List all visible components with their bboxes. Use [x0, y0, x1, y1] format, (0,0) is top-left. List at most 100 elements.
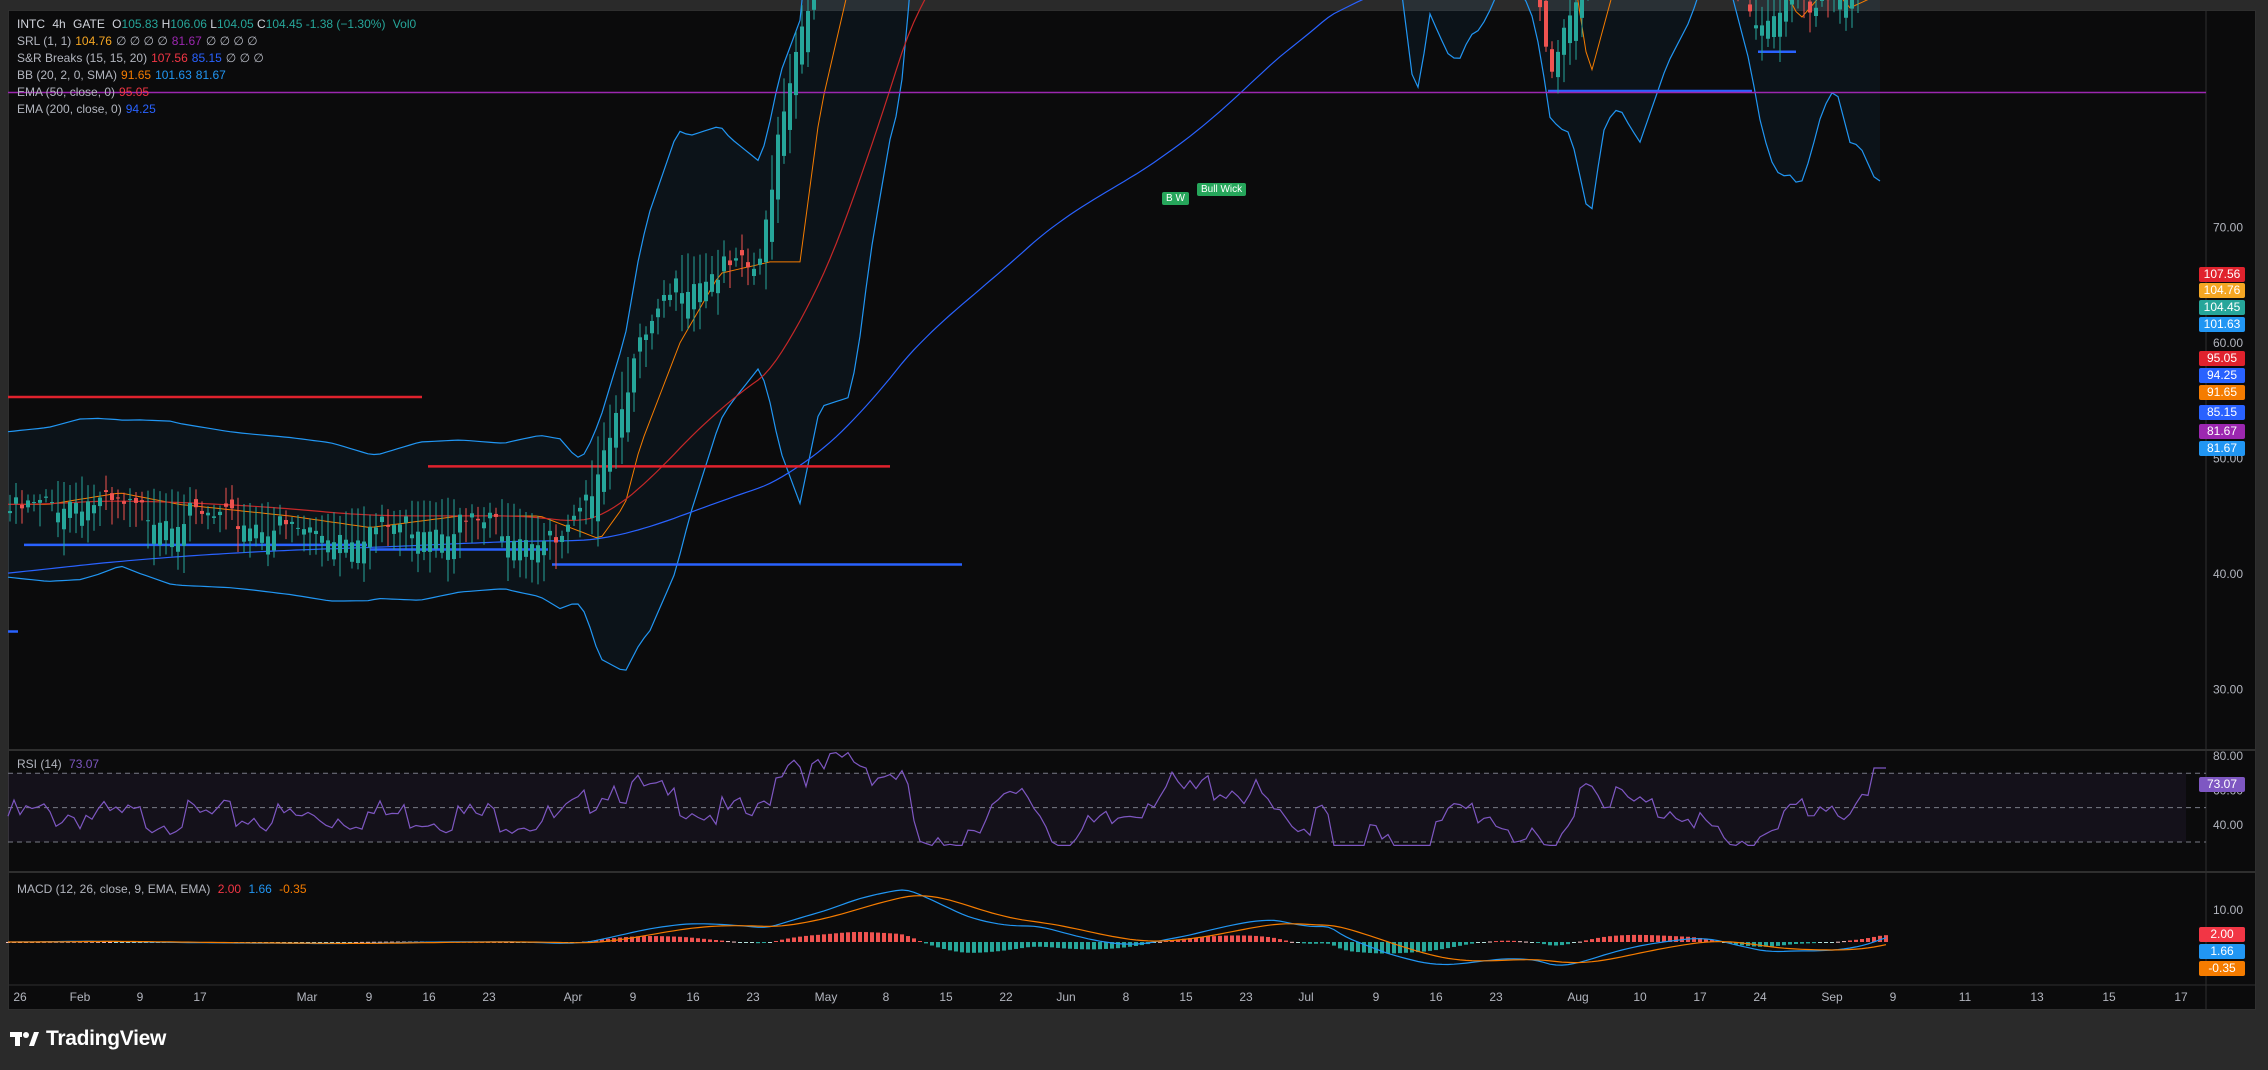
indicator-name: BB (20, 2, 0, SMA)	[17, 68, 118, 82]
macd-histogram-bar	[1014, 942, 1018, 949]
macd-histogram-bar	[816, 934, 820, 942]
candle-body	[1820, 0, 1824, 1]
candle-body	[1562, 27, 1566, 55]
candle-body	[146, 520, 150, 522]
candle-body	[56, 512, 60, 523]
macd-price-tag: -0.35	[2199, 961, 2245, 976]
time-axis-label: 23	[1489, 990, 1503, 1004]
candle-body	[248, 528, 252, 542]
macd-histogram-bar	[900, 934, 904, 942]
candle-body	[206, 512, 210, 516]
macd-histogram-bar	[1590, 939, 1594, 942]
candle-body	[308, 527, 312, 533]
candle-body	[1574, 2, 1578, 41]
price-axis-tick: 30.00	[2213, 682, 2243, 696]
candle-body	[1850, 0, 1854, 9]
macd-histogram-bar	[1452, 942, 1456, 947]
macd-histogram-bar	[1632, 934, 1636, 942]
candle-body	[68, 501, 72, 518]
candle-body	[356, 540, 360, 564]
candle-body	[116, 497, 120, 499]
macd-histogram-bar	[1332, 942, 1336, 946]
close-value: C104.45	[257, 17, 303, 31]
macd-histogram-bar	[1242, 935, 1246, 942]
candle-body	[86, 501, 90, 521]
macd-histogram-bar	[930, 942, 934, 946]
time-axis-label: 8	[1123, 990, 1130, 1004]
symbol-label[interactable]: INTC	[17, 17, 45, 31]
macd-histogram-bar	[954, 942, 958, 952]
candle-body	[80, 511, 84, 526]
candle-body	[62, 508, 66, 530]
macd-histogram-bar	[1848, 940, 1852, 942]
indicator-legend-row[interactable]: EMA (200, close, 0) 94.25	[17, 101, 420, 118]
macd-histogram-bar	[696, 938, 700, 942]
candle-body	[782, 111, 786, 156]
price-chart-canvas[interactable]: 150.00140.00130.00120.0070.0060.0050.004…	[0, 0, 2268, 1070]
macd-histogram-bar	[654, 936, 658, 942]
macd-histogram-bar	[1446, 942, 1450, 949]
macd-histogram-bar	[1008, 942, 1012, 950]
rsi-label[interactable]: RSI (14)	[17, 757, 62, 771]
time-axis-label: 23	[746, 990, 760, 1004]
time-axis-label: 11	[1959, 990, 1972, 1004]
candle-body	[518, 539, 522, 561]
time-axis-label: Jul	[1298, 990, 1313, 1004]
macd-histogram-bar	[1212, 936, 1216, 942]
candle-body	[158, 522, 162, 546]
macd-histogram-bar	[1296, 942, 1300, 943]
indicator-name: EMA (50, close, 0)	[17, 85, 116, 99]
macd-label[interactable]: MACD (12, 26, close, 9, EMA, EMA)	[17, 882, 210, 896]
macd-histogram-bar	[1068, 942, 1072, 949]
candle-body	[638, 337, 642, 352]
macd-histogram-bar	[1104, 942, 1108, 949]
candle-body	[182, 524, 186, 546]
macd-histogram-bar	[1494, 941, 1498, 943]
macd-histogram-bar	[1356, 942, 1360, 953]
candle-body	[626, 392, 630, 433]
macd-price-tag: 2.00	[2199, 927, 2245, 942]
macd-value-1: 2.00	[217, 882, 242, 896]
candle-body	[1784, 0, 1788, 22]
macd-histogram-bar	[1326, 942, 1330, 944]
rsi-axis-tick: 80.00	[2213, 749, 2243, 763]
candle-body	[704, 281, 708, 302]
volume-value: Vol0	[392, 17, 417, 31]
macd-histogram-bar	[864, 932, 868, 942]
macd-histogram-bar	[1098, 942, 1102, 950]
macd-histogram-bar	[1422, 942, 1426, 952]
indicator-legend-row[interactable]: BB (20, 2, 0, SMA) 91.65 101.63 81.67	[17, 67, 420, 84]
interval-label[interactable]: 4h	[52, 17, 65, 31]
macd-histogram-bar	[1536, 942, 1540, 944]
indicator-legend-row[interactable]: EMA (50, close, 0) 95.05	[17, 84, 420, 101]
tradingview-logo[interactable]: TradingView	[10, 1027, 166, 1051]
price-tag: 81.67	[2199, 424, 2245, 439]
time-axis-label: 15	[939, 990, 953, 1004]
macd-histogram-bar	[1626, 935, 1630, 942]
candle-body	[566, 524, 570, 532]
time-axis-label: 24	[1753, 990, 1767, 1004]
macd-histogram-bar	[1794, 942, 1798, 945]
macd-histogram-bar	[1044, 942, 1048, 947]
macd-histogram-bar	[1518, 941, 1522, 943]
macd-histogram-bar	[1236, 935, 1240, 942]
indicator-legend-row[interactable]: SRL (1, 1) 104.76 ∅ ∅ ∅ ∅ 81.67 ∅ ∅ ∅ ∅	[17, 33, 420, 50]
time-axis-label: 9	[1890, 990, 1897, 1004]
macd-histogram-bar	[726, 941, 730, 943]
candle-body	[530, 544, 534, 560]
macd-histogram-bar	[1428, 942, 1432, 951]
macd-histogram-bar	[1434, 942, 1438, 951]
price-tag: 94.25	[2199, 368, 2245, 383]
candle-body	[464, 520, 468, 522]
macd-histogram-bar	[774, 941, 778, 943]
indicator-legend-row[interactable]: S&R Breaks (15, 15, 20) 107.56 85.15 ∅ ∅ ∅	[17, 50, 420, 67]
macd-histogram-bar	[648, 936, 652, 942]
macd-histogram-bar	[1320, 942, 1324, 944]
rsi-value: 73.07	[69, 757, 100, 771]
macd-histogram-bar	[942, 942, 946, 949]
macd-histogram-bar	[1578, 941, 1582, 943]
macd-histogram-bar	[1086, 942, 1090, 950]
macd-histogram-bar	[1644, 934, 1648, 942]
time-axis-label: 13	[2030, 990, 2044, 1004]
candle-body	[236, 526, 240, 530]
